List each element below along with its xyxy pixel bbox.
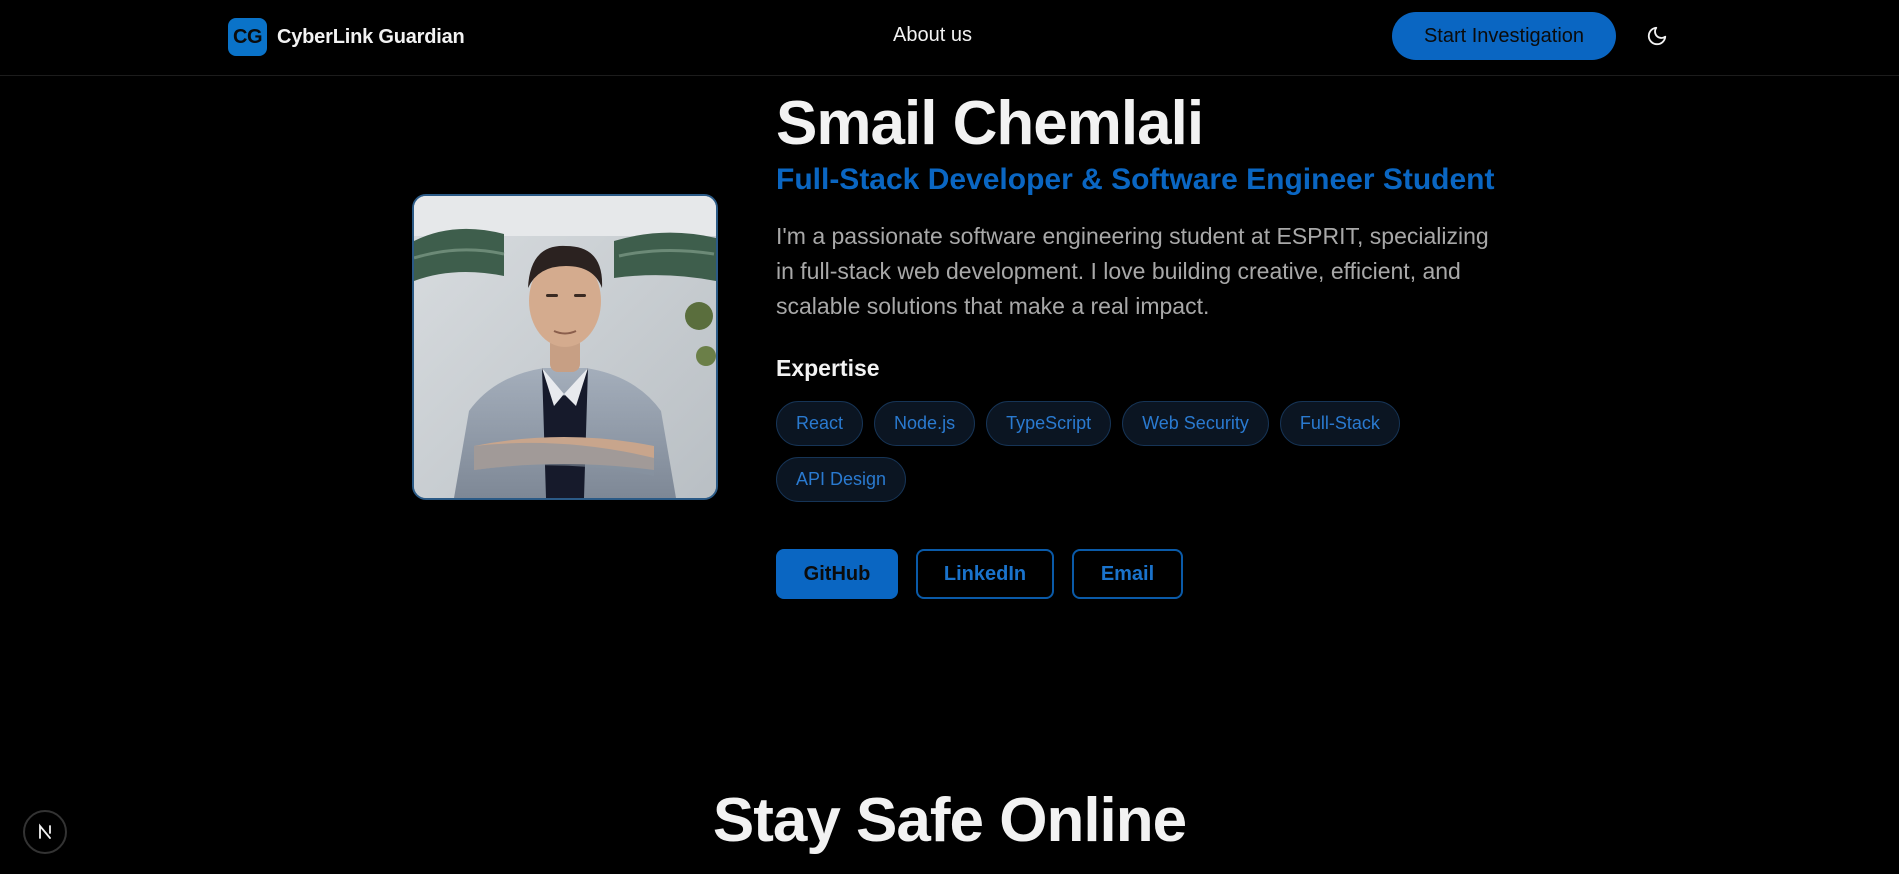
- profile-bio: I'm a passionate software engineering st…: [776, 223, 1489, 319]
- navbar: CG CyberLink Guardian About us Start Inv…: [0, 0, 1899, 76]
- expertise-tag: API Design: [776, 457, 907, 502]
- nextjs-logo-icon: [39, 823, 51, 839]
- email-button[interactable]: Email: [1072, 549, 1183, 599]
- brand-name: CyberLink Guardian: [277, 25, 465, 48]
- expertise-tag: Web Security: [1122, 401, 1269, 446]
- github-button[interactable]: GitHub: [776, 549, 898, 599]
- expertise-tag: TypeScript: [986, 401, 1112, 446]
- theme-toggle-button[interactable]: [1644, 23, 1670, 49]
- profile-role: Full-Stack Developer & Software Engineer…: [776, 163, 1495, 196]
- expertise-tags: React Node.js TypeScript Web Security Fu…: [776, 401, 1416, 502]
- moon-icon: [1647, 26, 1667, 46]
- nav-about-link[interactable]: About us: [893, 24, 972, 47]
- expertise-heading: Expertise: [776, 355, 880, 381]
- expertise-tag: React: [776, 401, 864, 446]
- linkedin-button[interactable]: LinkedIn: [916, 549, 1054, 599]
- brand-home-link[interactable]: CG CyberLink Guardian: [228, 18, 465, 56]
- profile-photo-illustration: [414, 196, 716, 498]
- start-investigation-button[interactable]: Start Investigation: [1392, 12, 1616, 60]
- social-links: GitHub LinkedIn Email: [776, 549, 1183, 599]
- section-title: Stay Safe Online: [712, 786, 1187, 855]
- profile-photo: [412, 194, 718, 500]
- brand-logo: CG: [228, 18, 267, 56]
- profile-name: Smail Chemlali: [776, 89, 1204, 158]
- nextjs-dev-badge[interactable]: [23, 810, 67, 854]
- expertise-tag: Full-Stack: [1279, 401, 1400, 446]
- expertise-tag: Node.js: [874, 401, 976, 446]
